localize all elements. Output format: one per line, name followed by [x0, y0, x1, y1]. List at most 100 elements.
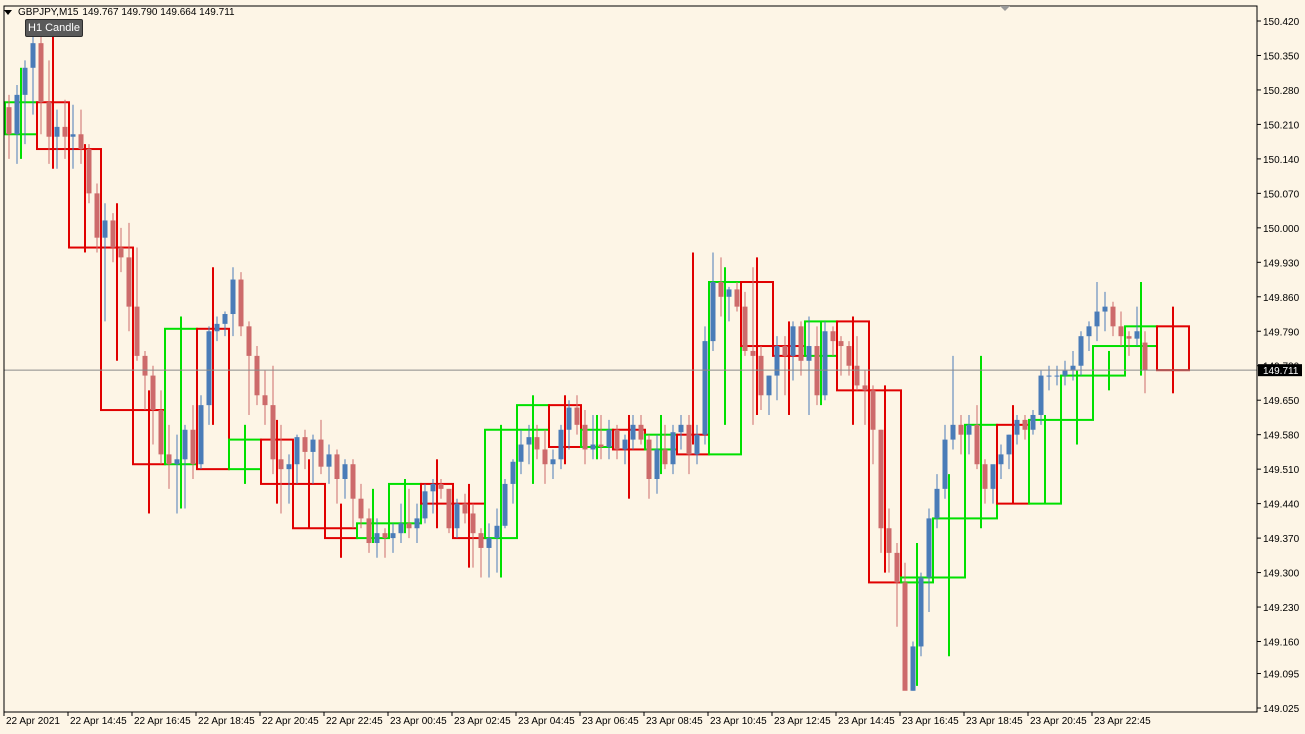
m15-candle	[710, 282, 716, 342]
m15-candle	[958, 424, 964, 435]
m15-candle	[918, 577, 924, 647]
m15-candle	[494, 525, 500, 539]
m15-candle	[1030, 414, 1036, 430]
m15-candle	[886, 528, 892, 553]
m15-candle	[894, 552, 900, 583]
m15-candle	[110, 220, 116, 248]
time-tick-label: 22 Apr 2021	[6, 716, 60, 727]
price-tick-label: 149.160	[1263, 638, 1300, 649]
price-tick-label: 150.350	[1263, 51, 1300, 62]
time-tick-label: 23 Apr 14:45	[838, 716, 895, 727]
m15-candle	[1054, 375, 1060, 377]
m15-candle	[1078, 336, 1084, 366]
m15-candle	[382, 533, 388, 539]
m15-candle	[1094, 311, 1100, 327]
chart-menu-arrow-icon[interactable]	[4, 9, 12, 15]
m15-candle	[286, 464, 292, 470]
time-tick-label: 22 Apr 16:45	[134, 716, 191, 727]
price-tick-label: 149.230	[1263, 603, 1300, 614]
m15-candle	[454, 503, 460, 529]
m15-candle	[830, 331, 836, 342]
m15-candle	[734, 289, 740, 307]
m15-candle	[950, 424, 956, 440]
m15-candle	[902, 582, 908, 691]
time-tick-label: 23 Apr 22:45	[1094, 716, 1151, 727]
m15-candle	[262, 395, 268, 406]
m15-candle	[758, 355, 764, 396]
m15-candle	[654, 449, 660, 479]
m15-candle	[726, 289, 732, 297]
m15-candle	[422, 491, 428, 519]
m15-candle	[326, 454, 332, 467]
m15-candle	[798, 326, 804, 361]
m15-candle	[1006, 434, 1012, 455]
m15-candle	[606, 429, 612, 447]
price-tick-label: 150.280	[1263, 86, 1300, 97]
m15-candle	[614, 429, 620, 450]
m15-candle	[638, 424, 644, 440]
m15-candle	[14, 94, 20, 135]
m15-candle	[926, 518, 932, 578]
m15-candle	[534, 437, 540, 450]
m15-candle	[1038, 375, 1044, 415]
m15-candle	[998, 454, 1004, 465]
m15-candle	[1134, 331, 1140, 339]
m15-candle	[910, 646, 916, 691]
m15-candle	[150, 375, 156, 411]
m15-candle	[518, 444, 524, 462]
m15-candle	[510, 461, 516, 484]
price-tick-label: 149.650	[1263, 396, 1300, 407]
m15-candle	[70, 134, 76, 137]
ohlc-values: 149.767 149.790 149.664 149.711	[82, 6, 235, 18]
m15-candle	[310, 439, 316, 452]
m15-candle	[806, 346, 812, 361]
m15-candle	[350, 464, 356, 499]
m15-candle	[766, 375, 772, 396]
m15-candle	[254, 355, 260, 396]
m15-candle	[782, 346, 788, 356]
m15-candle	[790, 326, 796, 356]
m15-candle	[318, 439, 324, 467]
m15-candle	[142, 355, 148, 376]
price-tick-label: 150.210	[1263, 120, 1300, 131]
m15-candle	[486, 538, 492, 548]
price-tick-label: 149.095	[1263, 670, 1300, 681]
m15-candle	[630, 424, 636, 440]
m15-candle	[462, 503, 468, 514]
time-tick-label: 22 Apr 20:45	[262, 716, 319, 727]
time-tick-label: 23 Apr 08:45	[646, 716, 703, 727]
current-price-label: 149.711	[1263, 366, 1299, 377]
m15-candle	[6, 107, 12, 135]
m15-candle	[174, 459, 180, 465]
price-tick-label: 149.370	[1263, 534, 1300, 545]
m15-candle	[342, 464, 348, 479]
m15-candle	[566, 407, 572, 430]
price-chart[interactable]: 150.420 150.350 150.280 150.210 150.140 150.0…	[0, 0, 1305, 734]
m15-candle	[406, 523, 412, 529]
h1-candle-button[interactable]: H1 Candle	[25, 19, 83, 37]
m15-candle	[718, 282, 724, 297]
m15-candle	[478, 533, 484, 548]
m15-candle	[974, 424, 980, 465]
price-tick-label: 150.070	[1263, 189, 1300, 200]
m15-candle	[54, 126, 60, 137]
price-tick-label: 149.300	[1263, 569, 1300, 580]
time-tick-label: 23 Apr 00:45	[390, 716, 447, 727]
m15-candle	[94, 193, 100, 238]
m15-candle	[246, 326, 252, 356]
m15-candle	[62, 126, 68, 137]
m15-candle	[526, 437, 532, 445]
m15-candle	[1142, 342, 1148, 371]
m15-candle	[398, 523, 404, 534]
m15-candle	[982, 464, 988, 489]
m15-candle	[942, 439, 948, 489]
m15-candle	[678, 424, 684, 433]
m15-candle	[30, 43, 36, 68]
m15-candle	[934, 488, 940, 519]
m15-candle	[558, 429, 564, 460]
m15-candle	[78, 134, 84, 150]
m15-candle	[1118, 326, 1124, 337]
time-tick-label: 23 Apr 02:45	[454, 716, 511, 727]
m15-candle	[302, 437, 308, 452]
m15-candle	[990, 464, 996, 489]
